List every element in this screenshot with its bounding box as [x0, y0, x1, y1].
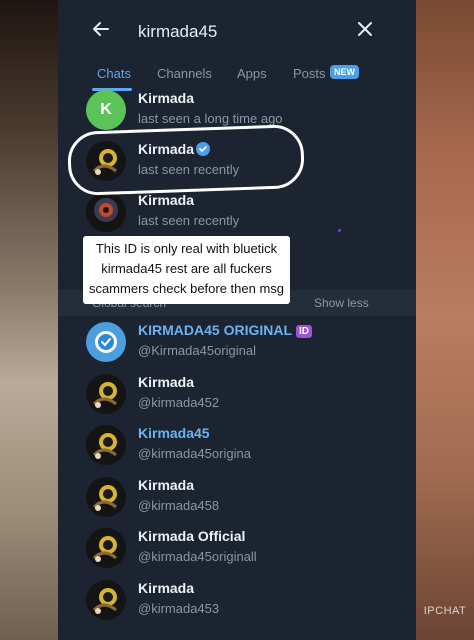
result-name: Kirmada Official [138, 528, 246, 544]
avatar [86, 192, 126, 232]
result-name: Kirmada [138, 580, 195, 596]
arrow-left-icon[interactable] [90, 18, 112, 40]
decorative-dot [338, 229, 341, 232]
result-name: Kirmada [138, 374, 195, 390]
tab-chats[interactable]: Chats [97, 66, 131, 81]
show-less-button[interactable]: Show less [314, 296, 369, 310]
caption-line: kirmada45 rest are all fuckers [101, 261, 272, 276]
result-handle: @kirmada453 [138, 601, 220, 616]
result-row[interactable]: Kirmada Official @kirmada45originall [58, 528, 416, 580]
background-left-photo [0, 0, 58, 640]
result-handle: @kirmada458 [138, 498, 220, 513]
result-row[interactable]: KIRMADA45 ORIGINAL ID @Kirmada45original [58, 322, 416, 374]
result-row[interactable]: Kirmada @kirmada452 [58, 374, 416, 426]
avatar [86, 425, 126, 465]
close-icon[interactable] [354, 18, 376, 40]
result-name: Kirmada45 [138, 425, 210, 441]
search-input[interactable]: kirmada45 [138, 22, 217, 42]
telegram-search-screen: kirmada45 Chats Channels Apps Posts NEW … [58, 0, 416, 640]
result-handle: @kirmada45origina [138, 446, 251, 461]
result-handle: @kirmada452 [138, 395, 220, 410]
avatar [86, 528, 126, 568]
new-badge: NEW [330, 65, 359, 79]
result-row[interactable]: Kirmada @kirmada453 [58, 580, 416, 632]
avatar: K [86, 90, 126, 130]
id-badge: ID [296, 325, 313, 338]
avatar [86, 322, 126, 362]
chat-name: Kirmada [138, 90, 195, 106]
tab-channels[interactable]: Channels [157, 66, 212, 81]
result-name: KIRMADA45 ORIGINAL ID [138, 322, 313, 338]
chat-status: last seen recently [138, 213, 240, 228]
result-handle: @Kirmada45original [138, 343, 256, 358]
search-tabs: Chats Channels Apps Posts NEW [58, 62, 416, 91]
avatar [86, 374, 126, 414]
chat-status: last seen a long time ago [138, 111, 283, 126]
avatar [86, 477, 126, 517]
background-right-photo [416, 0, 474, 640]
chat-name: Kirmada [138, 192, 195, 208]
result-row[interactable]: Kirmada45 @kirmada45origina [58, 425, 416, 477]
search-bar: kirmada45 [58, 0, 416, 60]
result-handle: @kirmada45originall [138, 549, 257, 564]
result-name-text: KIRMADA45 ORIGINAL [138, 322, 293, 338]
avatar [86, 580, 126, 620]
result-name: Kirmada [138, 477, 195, 493]
hand-drawn-circle-annotation [66, 123, 306, 197]
tab-posts[interactable]: Posts [293, 66, 326, 81]
caption-line: scammers check before then msg [88, 281, 285, 296]
watermark-text: IPCHAT [423, 605, 467, 617]
caption-overlay: This ID is only real with bluetick kirma… [83, 236, 290, 304]
caption-line: This ID is only real with bluetick [95, 241, 278, 256]
tab-apps[interactable]: Apps [237, 66, 267, 81]
result-row[interactable]: Kirmada @kirmada458 [58, 477, 416, 529]
